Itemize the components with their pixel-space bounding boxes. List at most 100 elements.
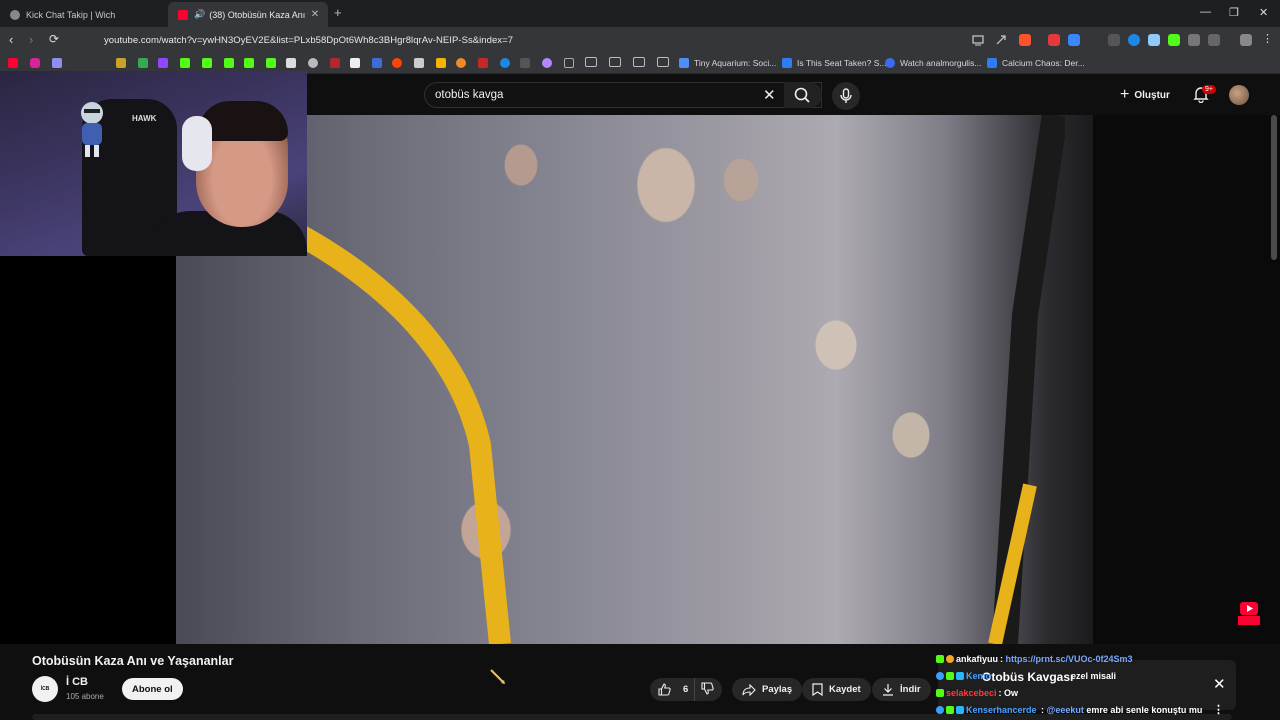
bookmark-icon[interactable] — [116, 58, 126, 68]
chat-mention[interactable]: @eeekut — [1047, 705, 1084, 715]
channel-subscriber-count: 105 abone — [66, 692, 104, 701]
minimize-icon[interactable]: — — [1200, 6, 1211, 18]
dislike-button[interactable] — [695, 681, 720, 698]
mouse-cursor-icon — [490, 669, 505, 684]
bookmark-icon[interactable] — [308, 58, 318, 68]
extension-icon[interactable] — [1108, 34, 1120, 46]
bookmark-kick-icon[interactable] — [224, 58, 234, 68]
download-button[interactable]: İndir — [872, 678, 931, 701]
bookmark-x-icon[interactable] — [350, 58, 360, 68]
close-tab-icon[interactable]: ✕ — [308, 9, 322, 20]
bookmark-folder-icon[interactable] — [585, 57, 597, 67]
bookmark-item[interactable]: Is This Seat Taken? S... — [782, 58, 886, 68]
restore-icon[interactable]: ❐ — [1229, 6, 1239, 19]
thumbs-down-icon — [701, 681, 714, 695]
chat-message: selakcebeci : Ow — [936, 688, 1018, 698]
kick-badge-icon — [946, 706, 954, 714]
subscribe-button[interactable]: Abone ol — [122, 678, 183, 700]
bookmark-kick-icon[interactable] — [202, 58, 212, 68]
url-text: youtube.com/watch?v=ywHN3OyEV2E&list=PLx… — [104, 35, 514, 46]
tab-title: Kick Chat Takip | Wich — [26, 9, 116, 20]
bookmark-kick-icon[interactable] — [180, 58, 190, 68]
chat-overlay: ankafiyuu : https://prnt.sc/VUOc-0f24Sm3… — [936, 637, 1236, 720]
account-avatar[interactable] — [1229, 85, 1249, 105]
page-scrollbar[interactable] — [1271, 115, 1277, 260]
share-page-icon[interactable] — [995, 34, 1007, 46]
share-button[interactable]: Paylaş — [732, 678, 803, 701]
bookmark-icon[interactable] — [436, 58, 446, 68]
microphone-icon — [840, 88, 852, 103]
more-options-icon[interactable]: ⋮ — [1213, 703, 1224, 716]
badge-icon — [936, 672, 944, 680]
bookmark-instagram-icon[interactable] — [30, 58, 40, 68]
player-letterbox — [0, 256, 176, 644]
menu-icon[interactable]: ⋮ — [1262, 32, 1273, 45]
save-button[interactable]: Kaydet — [802, 678, 871, 701]
media-icon[interactable] — [1240, 34, 1252, 46]
bookmark-icon[interactable] — [542, 58, 552, 68]
bookmark-icon[interactable] — [286, 58, 296, 68]
bookmark-icon[interactable] — [414, 58, 424, 68]
sidebar-icon[interactable] — [1208, 34, 1220, 46]
bookmark-reddit-icon[interactable] — [392, 58, 402, 68]
forward-icon[interactable]: › — [29, 32, 33, 47]
bookmark-drive-icon[interactable] — [138, 58, 148, 68]
chat-message: ankafiyuu : https://prnt.sc/VUOc-0f24Sm3 — [936, 654, 1133, 664]
bookmark-icon — [885, 58, 895, 68]
bookmark-icon[interactable] — [456, 58, 466, 68]
chat-link[interactable]: https://prnt.sc/VUOc-0f24Sm3 — [1006, 654, 1133, 664]
bookmark-youtube-icon[interactable] — [8, 58, 18, 68]
bookmark-icon[interactable] — [500, 58, 510, 68]
bookmark-twitch-icon[interactable] — [158, 58, 168, 68]
youtube-icon — [178, 9, 188, 20]
bookmark-icon[interactable] — [478, 58, 488, 68]
address-bar[interactable]: youtube.com/watch?v=ywHN3OyEV2E&list=PLx… — [104, 30, 966, 51]
tab-kick-chat[interactable]: Kick Chat Takip | Wich — [0, 2, 168, 27]
speaker-icon[interactable]: 🔊 — [194, 9, 205, 20]
bookmark-icon — [987, 58, 997, 68]
close-window-icon[interactable]: ✕ — [1259, 6, 1268, 19]
search-input[interactable]: otobüs kavga ✕ — [424, 82, 822, 108]
extension-icon[interactable] — [1128, 34, 1140, 46]
install-icon[interactable] — [972, 34, 984, 46]
bookmark-icon[interactable] — [520, 58, 530, 68]
channel-avatar[interactable]: İCB — [32, 676, 58, 702]
clear-search-icon[interactable]: ✕ — [763, 86, 776, 104]
bookmark-icon[interactable] — [330, 58, 340, 68]
bookmark-icon[interactable] — [266, 58, 276, 68]
bookmark-item[interactable]: Tiny Aquarium: Soci... — [679, 58, 776, 68]
bookmark-label: Calcium Chaos: Der... — [1002, 58, 1085, 68]
new-tab-button[interactable]: + — [334, 5, 342, 20]
brave-shield-icon[interactable] — [1019, 34, 1031, 46]
bookmark-folder-icon[interactable] — [609, 57, 621, 67]
channel-name[interactable]: İ CB — [66, 676, 88, 688]
bookmark-item[interactable]: Watch analmorgulis... — [885, 58, 981, 68]
badge-icon — [936, 706, 944, 714]
search-button[interactable] — [784, 82, 822, 108]
subscribe-watermark-icon[interactable] — [1238, 602, 1260, 626]
bookmark-icon[interactable] — [372, 58, 382, 68]
puzzle-icon[interactable] — [1188, 34, 1200, 46]
notification-badge: 9+ — [1202, 85, 1216, 94]
extension-icon[interactable] — [1068, 34, 1080, 46]
bookmark-folder-icon[interactable] — [633, 57, 645, 67]
like-button[interactable]: 6 — [650, 678, 695, 701]
headset — [182, 116, 212, 171]
kick-extension-icon[interactable] — [1168, 34, 1180, 46]
create-button[interactable]: + Oluştur — [1120, 86, 1170, 104]
download-label: İndir — [900, 684, 921, 695]
bookmark-folder-icon[interactable] — [657, 57, 669, 67]
bookmark-item[interactable]: Calcium Chaos: Der... — [987, 58, 1085, 68]
bookmark-icon[interactable] — [244, 58, 254, 68]
chat-username: selakcebeci — [946, 688, 997, 698]
bookmark-save-icon — [812, 683, 823, 696]
extension-icon[interactable] — [1148, 34, 1160, 46]
bookmark-icon[interactable] — [52, 58, 62, 68]
voice-search-button[interactable] — [832, 82, 860, 110]
tab-youtube[interactable]: 🔊 (38) Otobüsün Kaza Anı ve Ya ✕ — [168, 2, 328, 27]
extension-icon[interactable] — [1048, 34, 1060, 46]
bookmark-icon[interactable] — [564, 58, 574, 68]
create-label: Oluştur — [1134, 89, 1170, 101]
back-icon[interactable]: ‹ — [9, 32, 13, 47]
reload-icon[interactable]: ⟳ — [49, 32, 59, 46]
